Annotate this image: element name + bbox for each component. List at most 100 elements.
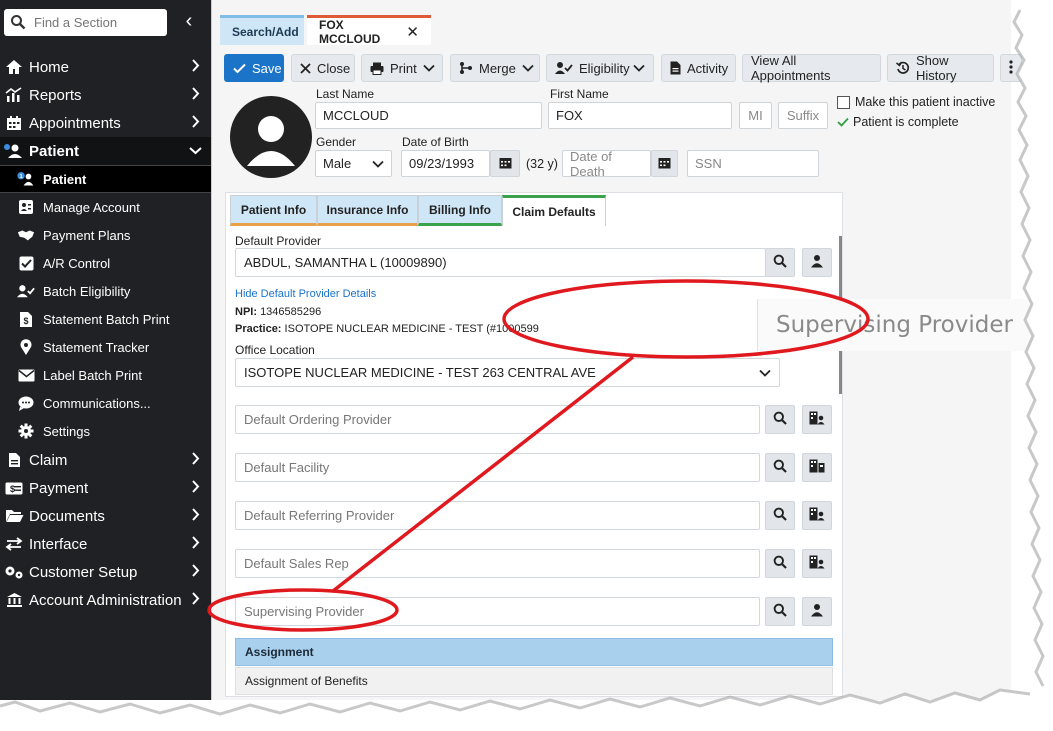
nav-patient[interactable]: Patient bbox=[0, 137, 211, 165]
sales-rep-directory-button[interactable] bbox=[802, 549, 832, 578]
nav-account-administration[interactable]: Account Administration bbox=[0, 586, 211, 614]
supervising-search-button[interactable] bbox=[765, 597, 795, 626]
sub-payment-plans[interactable]: Payment Plans bbox=[0, 221, 211, 249]
eligibility-button[interactable]: Eligibility bbox=[546, 54, 654, 82]
section-search[interactable] bbox=[4, 9, 167, 36]
chat-icon bbox=[17, 394, 35, 412]
nav-documents[interactable]: Documents bbox=[0, 502, 211, 530]
merge-button[interactable]: Merge bbox=[450, 54, 540, 82]
chevron-right-icon bbox=[187, 508, 203, 524]
sub-label-batch-print[interactable]: Label Batch Print bbox=[0, 361, 211, 389]
referring-directory-button[interactable] bbox=[802, 501, 832, 530]
tab-insurance-info[interactable]: Insurance Info bbox=[317, 195, 418, 226]
default-facility-field[interactable]: Default Facility bbox=[235, 453, 760, 482]
more-options-button[interactable] bbox=[1000, 54, 1022, 82]
inactive-checkbox[interactable]: Make this patient inactive bbox=[837, 95, 995, 109]
dob-calendar-button[interactable] bbox=[490, 150, 520, 177]
close-button[interactable]: Close bbox=[291, 54, 355, 82]
nav-label: Payment bbox=[29, 479, 89, 497]
hide-provider-details-link[interactable]: Hide Default Provider Details bbox=[235, 288, 376, 300]
date-of-death-field[interactable]: Date of Death bbox=[562, 149, 651, 179]
last-name-field[interactable]: MCCLOUD bbox=[315, 102, 542, 129]
default-provider-profile-button[interactable] bbox=[802, 248, 832, 277]
default-provider-field[interactable]: ABDUL, SAMANTHA L (10009890) bbox=[235, 248, 766, 277]
practice-line: Practice: ISOTOPE NUCLEAR MEDICINE - TES… bbox=[235, 323, 539, 335]
collapse-sidebar-button[interactable]: ‹ bbox=[176, 8, 202, 36]
supervising-provider-field[interactable]: Supervising Provider bbox=[235, 597, 760, 626]
first-name-field[interactable]: FOX bbox=[548, 102, 732, 129]
chevron-down-icon bbox=[423, 64, 435, 72]
chevron-right-icon bbox=[187, 452, 203, 468]
user-icon bbox=[810, 254, 824, 271]
show-history-button[interactable]: Show History bbox=[887, 53, 994, 83]
tab-patient-record[interactable]: FOX MCCLOUD ✕ bbox=[307, 15, 431, 46]
gender-select[interactable]: Male bbox=[315, 150, 392, 177]
activity-button[interactable]: Activity bbox=[661, 54, 736, 82]
tab-patient-info[interactable]: Patient Info bbox=[230, 195, 317, 226]
tab-search-add[interactable]: Search/Add bbox=[220, 15, 304, 45]
chart-icon bbox=[4, 85, 24, 105]
save-button[interactable]: Save bbox=[224, 54, 284, 82]
close-tab-icon[interactable]: ✕ bbox=[406, 23, 419, 41]
chevron-down-icon bbox=[187, 144, 203, 158]
age-label: (32 y) bbox=[526, 157, 558, 171]
assignment-section-header[interactable]: Assignment bbox=[235, 638, 833, 666]
home-icon bbox=[4, 57, 24, 77]
nav-appointments[interactable]: Appointments bbox=[0, 109, 211, 137]
sub-statement-tracker[interactable]: Statement Tracker bbox=[0, 333, 211, 361]
nav-claim[interactable]: Claim bbox=[0, 446, 211, 474]
nav-home[interactable]: Home bbox=[0, 53, 211, 81]
facility-directory-button[interactable] bbox=[802, 453, 832, 482]
building-icon bbox=[809, 459, 825, 476]
search-icon bbox=[773, 254, 787, 271]
ssn-field[interactable]: SSN bbox=[687, 150, 819, 177]
office-location-select[interactable]: ISOTOPE NUCLEAR MEDICINE - TEST 263 CENT… bbox=[235, 358, 780, 387]
sub-ar-control[interactable]: A/R Control bbox=[0, 249, 211, 277]
sales-rep-search-button[interactable] bbox=[765, 549, 795, 578]
sub-patient[interactable]: 1 Patient bbox=[0, 165, 211, 193]
section-search-input[interactable] bbox=[34, 13, 162, 32]
merge-label: Merge bbox=[479, 60, 516, 76]
ordering-directory-button[interactable] bbox=[802, 405, 832, 434]
sub-settings[interactable]: Settings bbox=[0, 417, 211, 445]
dod-calendar-button[interactable] bbox=[651, 150, 678, 177]
checkbox-icon bbox=[837, 95, 850, 109]
ordering-search-button[interactable] bbox=[765, 405, 795, 434]
sub-statement-batch-print[interactable]: $ Statement Batch Print bbox=[0, 305, 211, 333]
nav-reports[interactable]: Reports bbox=[0, 81, 211, 109]
supervising-profile-button[interactable] bbox=[802, 597, 832, 626]
referring-search-button[interactable] bbox=[765, 501, 795, 530]
default-referring-provider-field[interactable]: Default Referring Provider bbox=[235, 501, 760, 530]
default-provider-label: Default Provider bbox=[235, 234, 322, 248]
chevron-right-icon bbox=[187, 480, 203, 496]
chevron-right-icon bbox=[187, 87, 203, 103]
nav-label: Documents bbox=[29, 507, 105, 525]
default-sales-rep-field[interactable]: Default Sales Rep bbox=[235, 549, 760, 578]
suffix-field[interactable]: Suffix bbox=[778, 102, 828, 129]
nav-label: Appointments bbox=[29, 114, 121, 132]
file-icon bbox=[4, 450, 24, 470]
tab-claim-defaults[interactable]: Claim Defaults bbox=[502, 195, 606, 226]
view-all-label: View All Appointments bbox=[751, 53, 831, 83]
nav-customer-setup[interactable]: Customer Setup bbox=[0, 558, 211, 586]
view-all-appointments-button[interactable]: View All Appointments bbox=[742, 53, 881, 83]
sub-communications[interactable]: Communications... bbox=[0, 389, 211, 417]
sub-manage-account[interactable]: Manage Account bbox=[0, 193, 211, 221]
search-icon bbox=[773, 411, 787, 428]
dob-field[interactable]: 09/23/1993 bbox=[401, 150, 490, 177]
facility-search-button[interactable] bbox=[765, 453, 795, 482]
sub-batch-eligibility[interactable]: Batch Eligibility bbox=[0, 277, 211, 305]
nav-label: Claim bbox=[29, 451, 68, 469]
nav-interface[interactable]: Interface bbox=[0, 530, 211, 558]
nav-payment[interactable]: $ Payment bbox=[0, 474, 211, 502]
default-provider-search-button[interactable] bbox=[765, 248, 795, 277]
tab-billing-info[interactable]: Billing Info bbox=[418, 195, 502, 226]
search-icon bbox=[773, 459, 787, 476]
print-button[interactable]: Print bbox=[361, 54, 443, 82]
npi-label: NPI: bbox=[235, 306, 257, 318]
history-icon bbox=[896, 61, 910, 75]
account-card-icon bbox=[17, 198, 35, 216]
sub-label: Manage Account bbox=[43, 199, 140, 215]
default-ordering-provider-field[interactable]: Default Ordering Provider bbox=[235, 405, 760, 434]
middle-initial-field[interactable]: MI bbox=[739, 102, 772, 129]
